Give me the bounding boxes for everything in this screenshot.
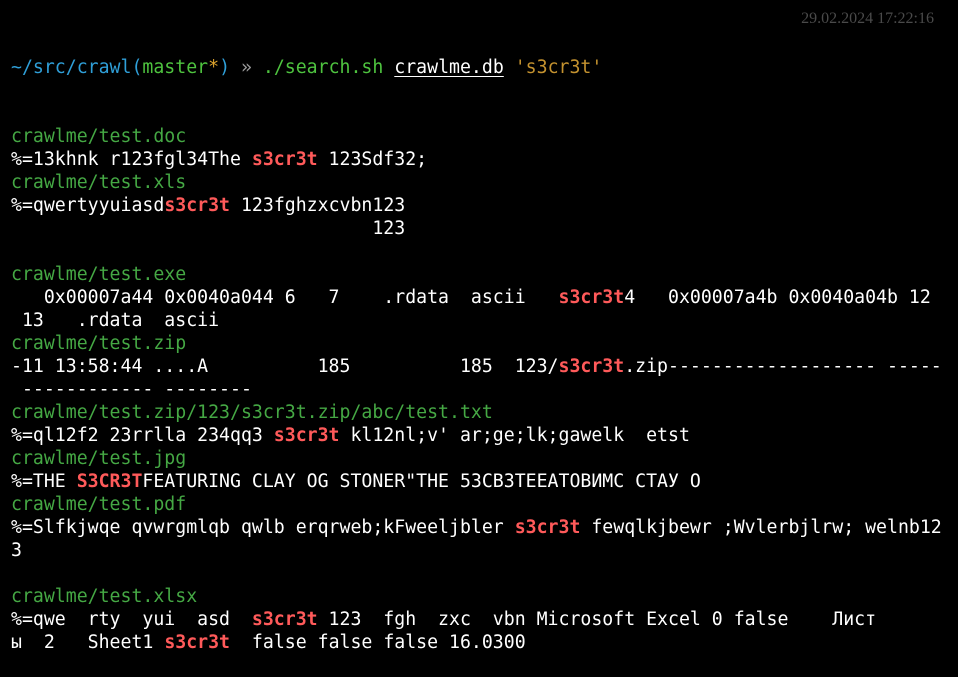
match-context-text: %=Slfkjwqe qvwrgmlqb qwlb erqrweb;kFweel… [11,517,515,538]
match-highlight: S3CR3T [76,471,143,492]
result-match-line: 0x00007a44 0x0040a044 6 7 .rdata ascii s… [11,286,958,309]
match-context-text: %=qwe rty yui asd [11,609,252,630]
git-dirty-marker: * [208,57,220,78]
result-match-line: %=qwertyyuiasds3cr3t 123fghzxcvbn123 [11,194,958,217]
prompt-close-paren: ) [219,57,231,78]
result-match-line: %=Slfkjwqe qvwrgmlqb qwlb erqrweb;kFweel… [11,516,958,539]
result-match-line: 3 [11,539,958,562]
prompt-arrow: » [230,57,263,78]
match-context-text: 123fghzxcvbn123 [230,195,406,216]
match-context-text: %=THE [11,471,77,492]
result-file-path: crawlme/test.xls [11,172,187,193]
match-context-text: 123Sdf32; [317,149,428,170]
result-match-line: %=qwe rty yui asd s3cr3t 123 fgh zxc vbn… [11,608,958,631]
command-arg-query: 's3cr3t' [514,57,603,78]
git-branch: master [142,57,209,78]
result-match-line: 13 .rdata ascii [11,309,958,332]
match-context-text: %=qwertyyuiasd [11,195,165,216]
command-arg-db: crawlme.db [394,57,504,78]
result-file-path: crawlme/test.zip/123/s3cr3t.zip/abc/test… [11,402,493,423]
match-highlight: s3cr3t [251,609,318,630]
match-context-text: 0x00007a44 0x0040a044 6 7 .rdata ascii [11,287,559,308]
match-highlight: s3cr3t [558,356,625,377]
result-file-path: crawlme/test.pdf [11,494,187,515]
match-context-text: kl12nl;v' ar;ge;lk;gawelk etst [339,425,690,446]
match-context-text: 123 fgh zxc vbn Microsoft Excel 0 false … [317,609,877,630]
match-context-text: 3 [11,540,22,561]
match-highlight: s3cr3t [514,517,581,538]
result-match-line: %=ql12f2 23rrlla 234qq3 s3cr3t kl12nl;v'… [11,424,958,447]
result-match-line: -11 13:58:44 ....A 185 185 123/s3cr3t.zi… [11,355,958,378]
match-highlight: s3cr3t [251,149,318,170]
match-context-text: %=13khnk r123fgl34The [11,149,252,170]
result-match-line: %=13khnk r123fgl34The s3cr3t 123Sdf32; [11,148,958,171]
result-match-line: %=THE S3CR3TFEATURING CLAY OG STONER"THE… [11,470,958,493]
match-context-text: 123 [11,218,406,239]
result-file-path: crawlme/test.jpg [11,448,187,469]
prompt-line: ~/src/crawl(master*) » ./search.sh crawl… [11,56,958,79]
result-file-path: crawlme/test.exe [11,264,187,285]
result-file-path: crawlme/test.zip [11,333,187,354]
prompt-open-paren: ( [131,57,143,78]
match-context-text: ------------ -------- [11,379,252,400]
match-context-text: -11 13:58:44 ....A 185 185 123/ [11,356,559,377]
match-highlight: s3cr3t [164,632,231,653]
result-match-line [11,240,958,263]
result-file-path: crawlme/test.xlsx [11,586,198,607]
result-match-line: ы 2 Sheet1 s3cr3t false false false 16.0… [11,631,958,654]
match-highlight: s3cr3t [558,287,625,308]
match-context-text: %=ql12f2 23rrlla 234qq3 [11,425,274,446]
command-name: ./search.sh [262,57,384,78]
match-context-text: FEATURING CLAY OG STONER"THE 53CB3TEEATO… [142,471,701,492]
match-context-text: false false false 16.0300 [230,632,526,653]
result-file-path: crawlme/test.doc [11,126,187,147]
prompt-path: ~/src/crawl [11,57,132,78]
result-match-line [11,562,958,585]
match-context-text: fewqlkjbewr ;Wvlerbjlrw; welnb12 [580,517,942,538]
match-context-text: .zip------------------- ----- [624,356,942,377]
match-context-text: 4 0x00007a4b 0x0040a04b 12 [624,287,931,308]
result-match-line: ------------ -------- [11,378,958,401]
result-match-line: 123 [11,217,958,240]
match-highlight: s3cr3t [273,425,340,446]
match-highlight: s3cr3t [164,195,231,216]
match-context-text: 13 .rdata ascii [11,310,220,331]
search-results: crawlme/test.doc %=13khnk r123fgl34The s3… [11,125,958,654]
terminal-window[interactable]: ~/src/crawl(master*) » ./search.sh crawl… [0,0,958,653]
match-context-text: ы 2 Sheet1 [11,632,165,653]
prompt-timestamp: 29.02.2024 17:22:16 [801,10,934,27]
